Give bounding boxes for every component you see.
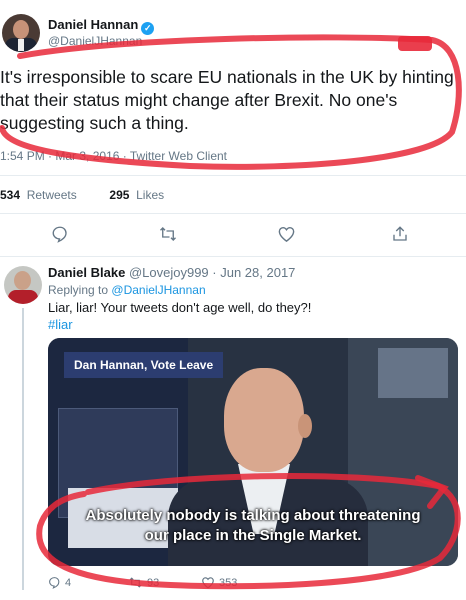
like-count: 353 bbox=[219, 577, 238, 589]
author-avatar[interactable] bbox=[2, 14, 40, 52]
tweet-meta: 1:54 PM · Mar 3, 2016 · Twitter Web Clie… bbox=[0, 149, 228, 163]
thread-line bbox=[22, 308, 24, 590]
tweet-stats: 534 Retweets 295 Likes bbox=[0, 188, 164, 202]
replying-to: Replying to @DanielJHannan bbox=[48, 283, 206, 297]
speaker-ear bbox=[298, 414, 312, 438]
retweets-label: Retweets bbox=[26, 188, 77, 202]
video-thumbnail[interactable]: Dan Hannan, Vote Leave Absolutely nobody… bbox=[48, 338, 458, 566]
author-name[interactable]: Daniel Hannan bbox=[48, 17, 138, 32]
divider bbox=[0, 175, 466, 176]
video-subtitle: Absolutely nobody is talking about threa… bbox=[48, 506, 458, 546]
share-icon[interactable] bbox=[391, 225, 409, 243]
subtitle-line-2: our place in the Single Market. bbox=[144, 527, 362, 544]
divider bbox=[0, 256, 466, 257]
replying-prefix: Replying to bbox=[48, 283, 109, 297]
hashtag-link[interactable]: #liar bbox=[48, 317, 73, 332]
reply-author-name[interactable]: Daniel Blake bbox=[48, 265, 125, 280]
retweets-stat[interactable]: 534 Retweets bbox=[0, 188, 77, 202]
like-icon bbox=[202, 577, 214, 589]
avatar-face bbox=[14, 271, 31, 290]
retweet-icon bbox=[129, 577, 142, 588]
tweet-text: It's irresponsible to scare EU nationals… bbox=[0, 67, 454, 133]
like-icon[interactable] bbox=[277, 225, 296, 243]
reply-icon[interactable] bbox=[51, 225, 69, 243]
reply-count: 4 bbox=[65, 577, 72, 589]
tweet-date[interactable]: Mar 3, 2016 bbox=[55, 149, 119, 163]
author-name-row[interactable]: Daniel Hannan ✓ bbox=[48, 17, 155, 35]
speaker-head bbox=[224, 368, 304, 472]
verified-badge-icon: ✓ bbox=[141, 22, 155, 35]
reply-action[interactable]: 4 bbox=[48, 576, 71, 589]
subtitle-line-1: Absolutely nobody is talking about threa… bbox=[85, 507, 421, 524]
video-caption-label: Dan Hannan, Vote Leave bbox=[64, 352, 224, 378]
avatar-top bbox=[8, 290, 38, 304]
reply-actions: 4 93 353 bbox=[48, 576, 458, 592]
tweet-time[interactable]: 1:54 PM bbox=[0, 149, 45, 163]
reply-icon bbox=[49, 577, 60, 589]
tweet-client[interactable]: Twitter Web Client bbox=[130, 149, 227, 163]
reply-author-handle[interactable]: @Lovejoy999 bbox=[129, 265, 209, 280]
video-background-beam bbox=[378, 348, 448, 398]
reply-author-avatar[interactable] bbox=[4, 266, 42, 304]
like-action[interactable]: 353 bbox=[201, 576, 237, 589]
retweet-icon[interactable] bbox=[158, 225, 178, 243]
likes-count: 295 bbox=[109, 188, 130, 202]
tweet-actions bbox=[0, 225, 466, 245]
avatar-shirt bbox=[18, 39, 24, 51]
retweet-count: 93 bbox=[147, 577, 160, 589]
replying-to-link[interactable]: @DanielJHannan bbox=[111, 283, 205, 297]
retweet-action[interactable]: 93 bbox=[128, 576, 159, 589]
likes-stat[interactable]: 295 Likes bbox=[109, 188, 164, 202]
retweets-count: 534 bbox=[0, 188, 21, 202]
avatar-face bbox=[13, 20, 29, 39]
reply-date[interactable]: Jun 28, 2017 bbox=[220, 265, 295, 280]
reply-header: Daniel Blake @Lovejoy999 · Jun 28, 2017 bbox=[48, 265, 296, 280]
marker-blot bbox=[398, 36, 432, 51]
reply-text: Liar, liar! Your tweets don't age well, … bbox=[48, 300, 312, 315]
author-handle[interactable]: @DanielJHannan bbox=[48, 34, 142, 48]
divider bbox=[0, 213, 466, 214]
likes-label: Likes bbox=[136, 188, 165, 202]
